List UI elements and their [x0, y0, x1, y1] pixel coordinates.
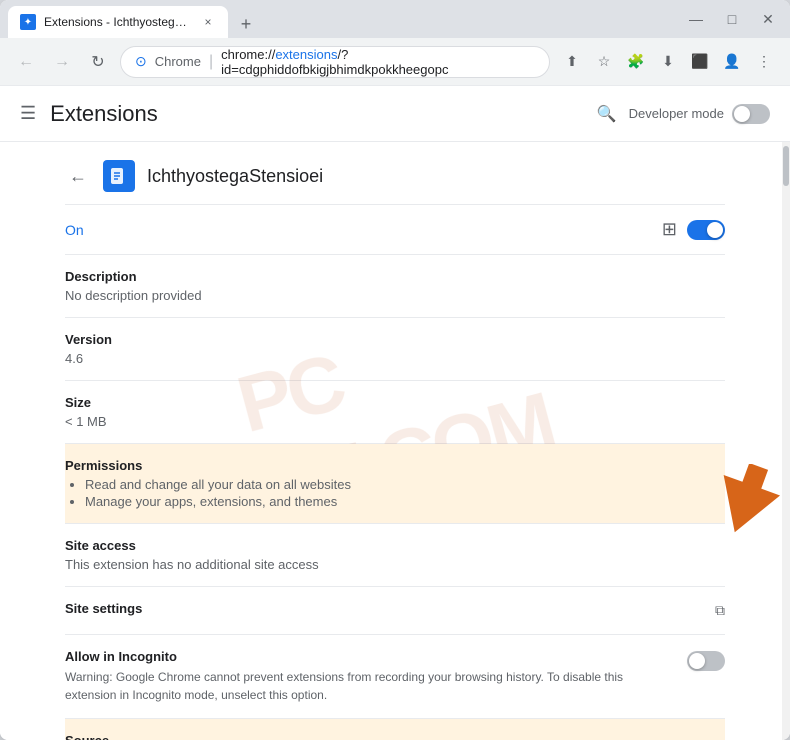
allow-incognito-toggle[interactable]: [687, 651, 725, 671]
extensions-title: Extensions: [50, 101, 597, 127]
forward-button[interactable]: →: [48, 48, 76, 76]
size-label: Size: [65, 395, 725, 410]
titlebar-tabs: Extensions - IchthyostegaStensio × +: [8, 0, 682, 38]
site-settings-row: Site settings ⧉: [65, 601, 725, 620]
version-section: Version 4.6: [65, 318, 725, 381]
extensions-header: ☰ Extensions 🔍 Developer mode: [0, 86, 790, 142]
permission-item: Manage your apps, extensions, and themes: [85, 494, 725, 509]
new-tab-button[interactable]: +: [232, 10, 260, 38]
scrollbar-track[interactable]: [782, 142, 790, 740]
minimize-button[interactable]: —: [682, 5, 710, 33]
search-icon[interactable]: 🔍: [597, 104, 617, 124]
external-link-icon[interactable]: ⧉: [715, 602, 725, 619]
extension-detail-scroll[interactable]: ← IchthyostegaStensioei: [0, 142, 790, 740]
profile-icon[interactable]: 👤: [718, 48, 746, 76]
incognito-row: Allow in Incognito Warning: Google Chrom…: [65, 649, 725, 704]
tab-close-button[interactable]: ×: [200, 14, 216, 30]
permissions-section: Permissions Read and change all your dat…: [65, 444, 725, 524]
maximize-button[interactable]: □: [718, 5, 746, 33]
share-icon[interactable]: ⬆: [558, 48, 586, 76]
url-source-label: Chrome: [155, 54, 201, 69]
site-access-section: Site access This extension has no additi…: [65, 524, 725, 587]
grid-icon[interactable]: ⊞: [662, 219, 677, 240]
secure-icon: ⊙: [135, 53, 147, 70]
page-body: PCHE.COM ☰ Extensions 🔍 Developer mode ←: [0, 86, 790, 740]
url-separator: |: [209, 53, 213, 71]
permissions-label: Permissions: [65, 458, 725, 473]
titlebar: Extensions - IchthyostegaStensio × + — □…: [0, 0, 790, 38]
permissions-list: Read and change all your data on all web…: [65, 477, 725, 509]
tab-title: Extensions - IchthyostegaStensio: [44, 15, 192, 29]
extension-name: IchthyostegaStensioei: [147, 166, 323, 187]
extension-icon: [103, 160, 135, 192]
url-prefix: chrome://extensions/?id=cdgphiddofbkigjb…: [221, 47, 535, 77]
bookmark-icon[interactable]: ☆: [590, 48, 618, 76]
size-value: < 1 MB: [65, 414, 725, 429]
url-bar[interactable]: ⊙ Chrome | chrome://extensions/?id=cdgph…: [120, 46, 550, 78]
allow-incognito-label: Allow in Incognito: [65, 649, 671, 664]
source-section: Source Not from Chrome Web Store.: [65, 719, 725, 740]
extension-enable-toggle[interactable]: [687, 220, 725, 240]
back-button[interactable]: ←: [12, 48, 40, 76]
site-settings-section: Site settings ⧉: [65, 587, 725, 635]
size-section: Size < 1 MB: [65, 381, 725, 444]
page-wrapper: PCHE.COM ☰ Extensions 🔍 Developer mode ←: [0, 86, 790, 740]
developer-mode-toggle[interactable]: [732, 104, 770, 124]
extension-detail-inner: ← IchthyostegaStensioei: [45, 142, 745, 740]
site-access-value: This extension has no additional site ac…: [65, 557, 725, 572]
site-settings-label: Site settings: [65, 601, 142, 616]
permission-item: Read and change all your data on all web…: [85, 477, 725, 492]
active-tab[interactable]: Extensions - IchthyostegaStensio ×: [8, 6, 228, 38]
url-path: extensions: [275, 47, 337, 62]
on-label: On: [65, 222, 84, 238]
tab-favicon: [20, 14, 36, 30]
download-icon[interactable]: ⬇: [654, 48, 682, 76]
incognito-text: Allow in Incognito Warning: Google Chrom…: [65, 649, 671, 704]
on-off-row: On ⊞: [65, 205, 725, 255]
description-label: Description: [65, 269, 725, 284]
description-section: Description No description provided: [65, 255, 725, 318]
hamburger-menu[interactable]: ☰: [20, 103, 36, 124]
version-label: Version: [65, 332, 725, 347]
source-label: Source: [65, 733, 725, 740]
addressbar: ← → ↻ ⊙ Chrome | chrome://extensions/?id…: [0, 38, 790, 86]
version-value: 4.6: [65, 351, 725, 366]
address-bar-actions: ⬆ ☆ 🧩 ⬇ ⬛ 👤 ⋮: [558, 48, 778, 76]
close-button[interactable]: ✕: [754, 5, 782, 33]
site-access-label: Site access: [65, 538, 725, 553]
tabs-icon[interactable]: ⬛: [686, 48, 714, 76]
developer-mode-label: Developer mode: [629, 106, 724, 121]
on-row-right: ⊞: [662, 219, 725, 240]
allow-incognito-section: Allow in Incognito Warning: Google Chrom…: [65, 635, 725, 719]
extension-name-row: ← IchthyostegaStensioei: [65, 142, 725, 205]
more-icon[interactable]: ⋮: [750, 48, 778, 76]
developer-mode-section: 🔍 Developer mode: [597, 104, 770, 124]
extensions-icon[interactable]: 🧩: [622, 48, 650, 76]
refresh-button[interactable]: ↻: [84, 48, 112, 76]
description-value: No description provided: [65, 288, 725, 303]
allow-incognito-desc: Warning: Google Chrome cannot prevent ex…: [65, 668, 671, 704]
scrollbar-thumb[interactable]: [783, 146, 789, 186]
window-controls: — □ ✕: [682, 5, 782, 33]
back-to-extensions[interactable]: ←: [65, 162, 91, 191]
